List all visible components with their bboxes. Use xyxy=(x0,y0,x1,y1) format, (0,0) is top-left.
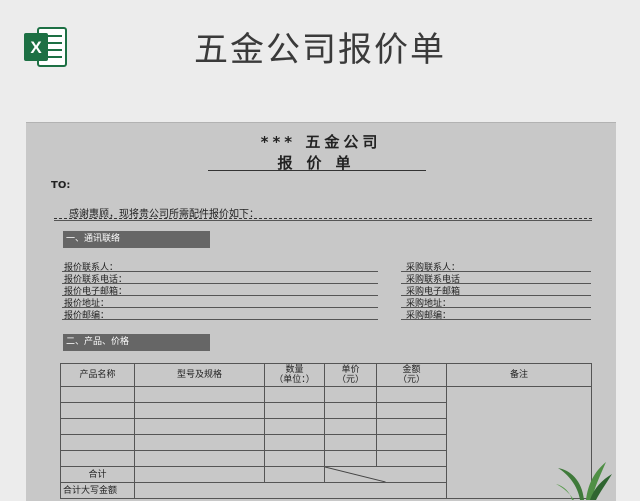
field-underline xyxy=(401,319,591,320)
table-cell[interactable] xyxy=(324,402,377,419)
table-cell[interactable] xyxy=(324,386,377,403)
header-unit-price: 单价 （元） xyxy=(324,363,377,387)
table-cell[interactable] xyxy=(324,434,377,451)
plant-leaf-icon xyxy=(556,462,612,500)
spreadsheet-sheet: *** 五金公司 报价单 TO: 感谢惠顾，现将贵公司所需配件报价如下： 一、通… xyxy=(26,122,616,501)
field-underline xyxy=(62,295,378,296)
table-cell[interactable] xyxy=(60,402,135,419)
section-product-header: 二、产品、价格 xyxy=(63,334,210,351)
table-cell[interactable] xyxy=(264,386,325,403)
table-cell[interactable] xyxy=(376,434,447,451)
header-amount-unit: （元） xyxy=(397,375,425,385)
greeting-divider xyxy=(54,218,592,219)
field-underline xyxy=(62,319,378,320)
table-row xyxy=(60,386,592,499)
header-product: 产品名称 xyxy=(60,363,135,387)
table-cell[interactable] xyxy=(134,418,265,435)
table-cell[interactable] xyxy=(60,386,135,403)
table-cell[interactable] xyxy=(134,402,265,419)
table-cell[interactable] xyxy=(134,434,265,451)
header-amount-label: 金额 xyxy=(402,365,421,375)
total-caps-label: 合计大写金额 xyxy=(60,482,135,499)
header-model: 型号及规格 xyxy=(134,363,265,387)
table-cell[interactable] xyxy=(376,402,447,419)
to-label: TO: xyxy=(51,180,71,191)
subtotal-label: 合计 xyxy=(60,466,135,483)
table-cell[interactable] xyxy=(264,450,325,467)
company-name: *** 五金公司 xyxy=(260,133,382,151)
table-cell[interactable] xyxy=(376,450,447,467)
table-cell[interactable] xyxy=(60,434,135,451)
table-header-row: 产品名称 型号及规格 数量 （单位：） 单价 （元） 金额 （元） 备注 xyxy=(60,363,592,387)
total-caps-value[interactable] xyxy=(134,482,447,499)
table-cell[interactable] xyxy=(264,402,325,419)
table-cell[interactable] xyxy=(60,450,135,467)
table-cell[interactable] xyxy=(60,418,135,435)
table-cell[interactable] xyxy=(324,450,377,467)
diagonal-line xyxy=(325,467,446,482)
table-cell[interactable] xyxy=(324,418,377,435)
table-cell[interactable] xyxy=(134,386,265,403)
header-quantity: 数量 （单位：） xyxy=(264,363,325,387)
header-quantity-unit: （单位：） xyxy=(274,375,315,385)
subtotal-diagonal-cell xyxy=(324,466,447,483)
table-cell[interactable] xyxy=(134,466,265,483)
field-underline xyxy=(62,307,378,308)
page-title: 五金公司报价单 xyxy=(194,30,446,70)
table-cell[interactable] xyxy=(134,450,265,467)
greeting-divider-solid xyxy=(54,220,592,221)
header-remark: 备注 xyxy=(446,363,592,387)
table-cell[interactable] xyxy=(376,418,447,435)
product-price-table: 产品名称 型号及规格 数量 （单位：） 单价 （元） 金额 （元） 备注 合计 … xyxy=(60,363,592,499)
banner: X 五金公司报价单 xyxy=(0,0,640,120)
title-underline xyxy=(208,170,426,171)
header-amount: 金额 （元） xyxy=(376,363,447,387)
header-unit-price-label: 单价 xyxy=(341,365,360,375)
table-cell[interactable] xyxy=(264,418,325,435)
table-cell[interactable] xyxy=(376,386,447,403)
table-cell[interactable] xyxy=(264,466,325,483)
table-cell[interactable] xyxy=(264,434,325,451)
header-quantity-label: 数量 xyxy=(285,365,304,375)
header-unit-price-unit: （元） xyxy=(336,375,364,385)
section-contact-header: 一、通讯联络 xyxy=(63,231,210,248)
